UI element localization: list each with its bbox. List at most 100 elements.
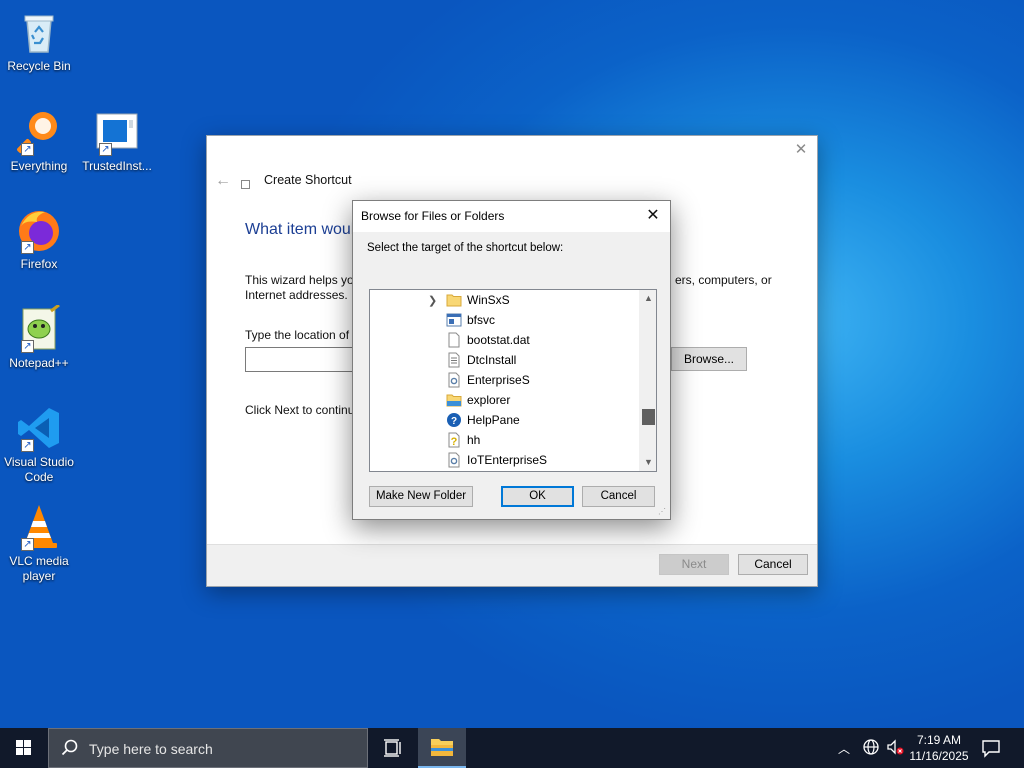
scroll-down-icon[interactable]: ▼	[640, 454, 656, 471]
desktop-icon-recycle-bin[interactable]: Recycle Bin	[2, 8, 76, 74]
wizard-description-right: ers, computers, or	[675, 273, 772, 287]
file-icon	[446, 332, 462, 348]
chevron-right-icon[interactable]: ❯	[428, 294, 440, 307]
desktop-icon-label: Firefox	[20, 257, 58, 271]
file-explorer-icon	[431, 739, 453, 756]
shortcut-arrow-icon: ↗	[21, 143, 34, 156]
tree-item-dtcinstall[interactable]: DtcInstall	[370, 350, 638, 370]
dialog-titlebar[interactable]: Browse for Files or Folders ✕	[353, 201, 670, 232]
notepadpp-icon: ↗	[15, 303, 63, 353]
desktop-icon-label: TrustedInst...	[82, 159, 152, 173]
desktop-icon-label: Notepad++	[9, 356, 69, 370]
taskbar-clock[interactable]: 7:19 AM 11/16/2025	[906, 732, 972, 764]
svg-text:?: ?	[451, 436, 458, 448]
tree-item-label: explorer	[467, 393, 511, 407]
text-file-icon	[446, 352, 462, 368]
shortcut-arrow-icon: ↗	[21, 538, 34, 551]
scroll-up-icon[interactable]: ▲	[640, 290, 656, 307]
tree-item-label: bfsvc	[467, 313, 496, 327]
tree-item-bfsvc[interactable]: bfsvc	[370, 310, 638, 330]
volume-muted-icon[interactable]	[886, 738, 904, 759]
notification-center-icon[interactable]	[981, 738, 1001, 761]
tree-item-label: hh	[467, 433, 481, 447]
browse-files-dialog: Browse for Files or Folders ✕ Select the…	[352, 200, 671, 520]
taskbar: Type here to search ︿ 7:19 AM 11/16/2025	[0, 728, 1024, 768]
back-arrow-icon[interactable]: ←	[215, 172, 231, 190]
svg-text:?: ?	[451, 416, 457, 427]
desktop-icon-firefox[interactable]: ↗ Firefox	[2, 206, 76, 272]
tree-item-label: bootstat.dat	[467, 333, 530, 347]
firefox-icon: ↗	[15, 206, 63, 254]
window-app-icon: ↗	[93, 108, 141, 156]
task-view-button[interactable]	[370, 728, 416, 768]
shortcut-arrow-icon: ↗	[99, 143, 112, 156]
search-icon	[61, 739, 79, 760]
explorer-icon	[446, 392, 462, 408]
wizard-description: This wizard helps you	[245, 273, 361, 287]
tree-item-helppane[interactable]: ? HelpPane	[370, 410, 638, 430]
wizard-cancel-button[interactable]: Cancel	[738, 554, 808, 575]
shortcut-icon	[241, 180, 250, 189]
make-new-folder-button[interactable]: Make New Folder	[369, 486, 473, 507]
wizard-heading: What item woul	[245, 221, 355, 238]
clock-date: 11/16/2025	[909, 749, 969, 763]
wizard-footer: Next Cancel	[207, 544, 817, 586]
wizard-title: Create Shortcut	[264, 173, 352, 187]
close-icon[interactable]: ✕	[793, 142, 809, 158]
wizard-description-line2: Internet addresses.	[245, 288, 348, 302]
tree-item-winsxs[interactable]: ❯ WinSxS	[370, 290, 638, 310]
folder-tree[interactable]: ❯ WinSxS bfsvc bootstat.dat DtcInstall E…	[369, 289, 657, 472]
tree-item-enterprises[interactable]: EnterpriseS	[370, 370, 638, 390]
tree-item-hh[interactable]: ? hh	[370, 430, 638, 450]
start-button[interactable]	[0, 728, 48, 768]
network-icon[interactable]	[862, 738, 880, 759]
tree-item-iotenterprises[interactable]: IoTEnterpriseS	[370, 450, 638, 470]
settings-file-icon	[446, 452, 462, 468]
scroll-thumb[interactable]	[642, 409, 655, 425]
tree-scrollbar[interactable]: ▲ ▼	[639, 290, 656, 471]
resize-grip-icon[interactable]: ⋰	[658, 507, 668, 517]
show-hidden-icons-chevron-icon[interactable]: ︿	[838, 740, 850, 757]
folder-icon	[446, 292, 462, 308]
location-label: Type the location of t	[245, 328, 356, 342]
app-icon	[446, 312, 462, 328]
ok-button[interactable]: OK	[501, 486, 574, 507]
close-icon[interactable]: ✕	[644, 207, 662, 225]
dialog-cancel-button[interactable]: Cancel	[582, 486, 655, 507]
help-icon: ?	[446, 412, 462, 428]
desktop-icon-notepadpp[interactable]: ↗ Notepad++	[2, 303, 76, 371]
continue-instruction: Click Next to continu	[245, 403, 355, 417]
settings-file-icon	[446, 372, 462, 388]
shortcut-arrow-icon: ↗	[21, 439, 34, 452]
shortcut-arrow-icon: ↗	[21, 340, 34, 353]
desktop-icon-vlc[interactable]: ↗ VLC media player	[2, 503, 76, 584]
tree-item-label: WinSxS	[467, 293, 510, 307]
windows-logo-icon	[16, 740, 31, 755]
desktop-icon-label: Recycle Bin	[7, 59, 71, 73]
clock-time: 7:19 AM	[916, 733, 962, 747]
shortcut-arrow-icon: ↗	[21, 241, 34, 254]
dialog-prompt: Select the target of the shortcut below:	[367, 242, 564, 254]
desktop-icon-label: Visual Studio Code	[4, 455, 74, 484]
desktop-icon-label: Everything	[10, 159, 68, 173]
search-placeholder: Type here to search	[89, 741, 213, 757]
desktop-icon-trustedinst[interactable]: ↗ TrustedInst...	[80, 108, 154, 174]
recycle-bin-icon	[15, 8, 63, 56]
help-file-icon: ?	[446, 432, 462, 448]
desktop-icon-label: VLC media player	[9, 554, 69, 583]
taskbar-file-explorer[interactable]	[418, 728, 466, 768]
desktop-icon-vscode[interactable]: ↗ Visual Studio Code	[2, 404, 76, 485]
browse-button[interactable]: Browse...	[671, 347, 747, 371]
tree-item-label: EnterpriseS	[467, 373, 530, 387]
tree-item-explorer[interactable]: explorer	[370, 390, 638, 410]
tree-item-bootstat[interactable]: bootstat.dat	[370, 330, 638, 350]
vlc-icon: ↗	[15, 503, 63, 551]
desktop-icon-everything[interactable]: ↗ Everything	[2, 108, 76, 174]
tree-item-label: DtcInstall	[467, 353, 517, 367]
tree-item-label: IoTEnterpriseS	[467, 453, 548, 467]
everything-search-icon: ↗	[15, 108, 63, 156]
taskbar-search-box[interactable]: Type here to search	[48, 728, 368, 768]
next-button[interactable]: Next	[659, 554, 729, 575]
task-view-icon	[384, 739, 401, 757]
vscode-icon: ↗	[15, 404, 63, 452]
